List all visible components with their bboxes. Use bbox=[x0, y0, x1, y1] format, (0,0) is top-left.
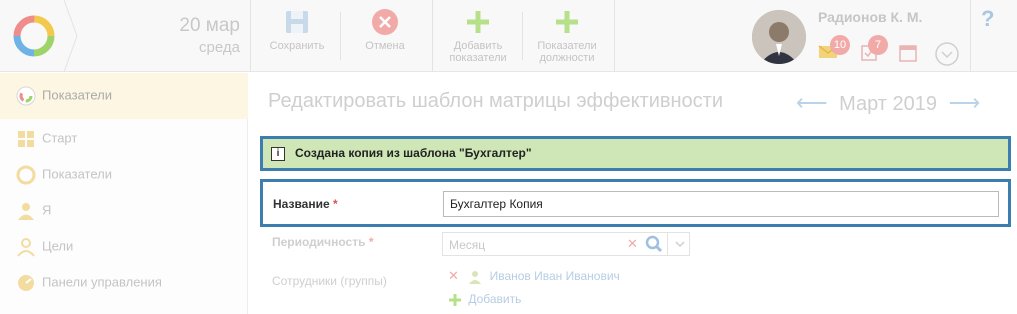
month-navigator: ⟵ Март 2019 ⟶ bbox=[796, 90, 980, 116]
next-month-arrow-icon[interactable]: ⟶ bbox=[949, 90, 981, 115]
employee-name[interactable]: Иванов Иван Иванович bbox=[490, 269, 620, 283]
mail-count-badge: 10 bbox=[830, 35, 850, 55]
sidebar-item-dashboards[interactable]: Панели управления bbox=[16, 273, 162, 293]
current-date: 20 мар среда bbox=[110, 14, 240, 58]
add-label: Добавить bbox=[468, 292, 522, 306]
divider bbox=[970, 0, 971, 72]
divider bbox=[340, 12, 341, 60]
name-label-text: Название bbox=[273, 197, 330, 211]
sidebar-item-label: Я bbox=[42, 202, 52, 218]
info-icon: i bbox=[271, 147, 285, 161]
employees-label: Сотрудники (группы) bbox=[272, 274, 387, 288]
position-indicators-label: Показатели должности bbox=[537, 40, 597, 64]
sidebar-active-label: Показатели bbox=[42, 87, 112, 103]
page-title: Редактировать шаблон матрицы эффективнос… bbox=[268, 90, 723, 112]
search-icon[interactable] bbox=[645, 235, 663, 253]
notification-text: Создана копия из шаблона "Бухгалтер" bbox=[295, 146, 532, 160]
name-input[interactable] bbox=[443, 191, 999, 217]
sidebar-item-label: Панели управления bbox=[42, 274, 162, 290]
sidebar-item-active[interactable]: Показатели bbox=[0, 73, 248, 119]
sidebar-item-me[interactable]: Я bbox=[16, 201, 51, 221]
prev-month-arrow-icon[interactable]: ⟵ bbox=[796, 90, 828, 115]
name-label: Название * bbox=[273, 197, 338, 211]
sidebar-item-label: Показатели bbox=[42, 166, 112, 182]
indicators-icon bbox=[16, 165, 36, 185]
cancel-icon bbox=[372, 9, 398, 35]
divider bbox=[614, 0, 615, 72]
current-month: Март 2019 bbox=[839, 93, 938, 115]
sidebar-item-label: Цели bbox=[42, 238, 74, 254]
date-day: 20 мар bbox=[179, 15, 240, 36]
plus-icon bbox=[449, 293, 461, 306]
add-indicators-button[interactable]: Добавить показатели bbox=[442, 8, 514, 64]
position-indicators-button[interactable]: Показатели должности bbox=[530, 8, 604, 64]
plus-icon bbox=[467, 11, 489, 33]
top-bar: 20 мар среда Сохранить Отмена Добавить п… bbox=[0, 0, 1017, 73]
indicators-icon bbox=[16, 86, 36, 106]
dashboard-icon bbox=[18, 275, 34, 291]
clear-icon[interactable]: ✕ bbox=[627, 236, 638, 252]
goals-icon bbox=[17, 238, 35, 257]
grid-icon bbox=[18, 131, 34, 147]
cancel-label: Отмена bbox=[365, 40, 405, 52]
chevron-down-icon[interactable] bbox=[934, 41, 960, 67]
save-button[interactable]: Сохранить bbox=[262, 8, 332, 52]
avatar[interactable] bbox=[752, 10, 806, 64]
divider bbox=[432, 0, 433, 72]
sidebar: Показатели Старт Показатели Я Цели Панел… bbox=[0, 73, 248, 314]
logo-arrow-divider bbox=[63, 0, 78, 73]
calendar-icon[interactable] bbox=[897, 44, 919, 64]
employee-entry: ✕ Иванов Иван Иванович bbox=[448, 268, 620, 284]
sidebar-item-label: Старт bbox=[42, 130, 78, 146]
divider bbox=[522, 12, 523, 60]
period-dropdown-toggle[interactable] bbox=[667, 233, 690, 255]
period-label: Периодичность * bbox=[272, 235, 374, 249]
user-name[interactable]: Радионов К. М. bbox=[818, 9, 922, 25]
tasks-count-badge: 7 bbox=[868, 35, 888, 55]
cancel-button[interactable]: Отмена bbox=[352, 8, 418, 52]
save-icon bbox=[286, 11, 308, 33]
sidebar-item-goals[interactable]: Цели bbox=[16, 237, 73, 257]
period-value: Месяц bbox=[449, 238, 486, 252]
sidebar-active-entry: Показатели bbox=[16, 86, 112, 106]
remove-icon[interactable]: ✕ bbox=[448, 268, 459, 283]
required-mark: * bbox=[368, 235, 374, 249]
user-icon bbox=[469, 270, 482, 284]
chevron-down-icon bbox=[675, 241, 685, 248]
plus-icon bbox=[556, 11, 578, 33]
name-field-row: Название * bbox=[260, 179, 1011, 227]
divider bbox=[250, 0, 251, 72]
add-employee-link[interactable]: Добавить bbox=[448, 292, 521, 307]
sidebar-item-indicators[interactable]: Показатели bbox=[16, 165, 112, 185]
period-select[interactable]: Месяц ✕ bbox=[442, 232, 690, 256]
add-indicators-label: Добавить показатели bbox=[449, 40, 507, 64]
help-button[interactable]: ? bbox=[981, 6, 994, 32]
notification-banner: i Создана копия из шаблона "Бухгалтер" bbox=[260, 136, 1011, 171]
sidebar-item-start[interactable]: Старт bbox=[16, 129, 77, 149]
required-mark: * bbox=[333, 197, 338, 211]
save-label: Сохранить bbox=[269, 40, 325, 52]
date-weekday: среда bbox=[199, 39, 240, 56]
period-label-text: Периодичность bbox=[272, 235, 366, 249]
user-icon bbox=[18, 203, 34, 220]
